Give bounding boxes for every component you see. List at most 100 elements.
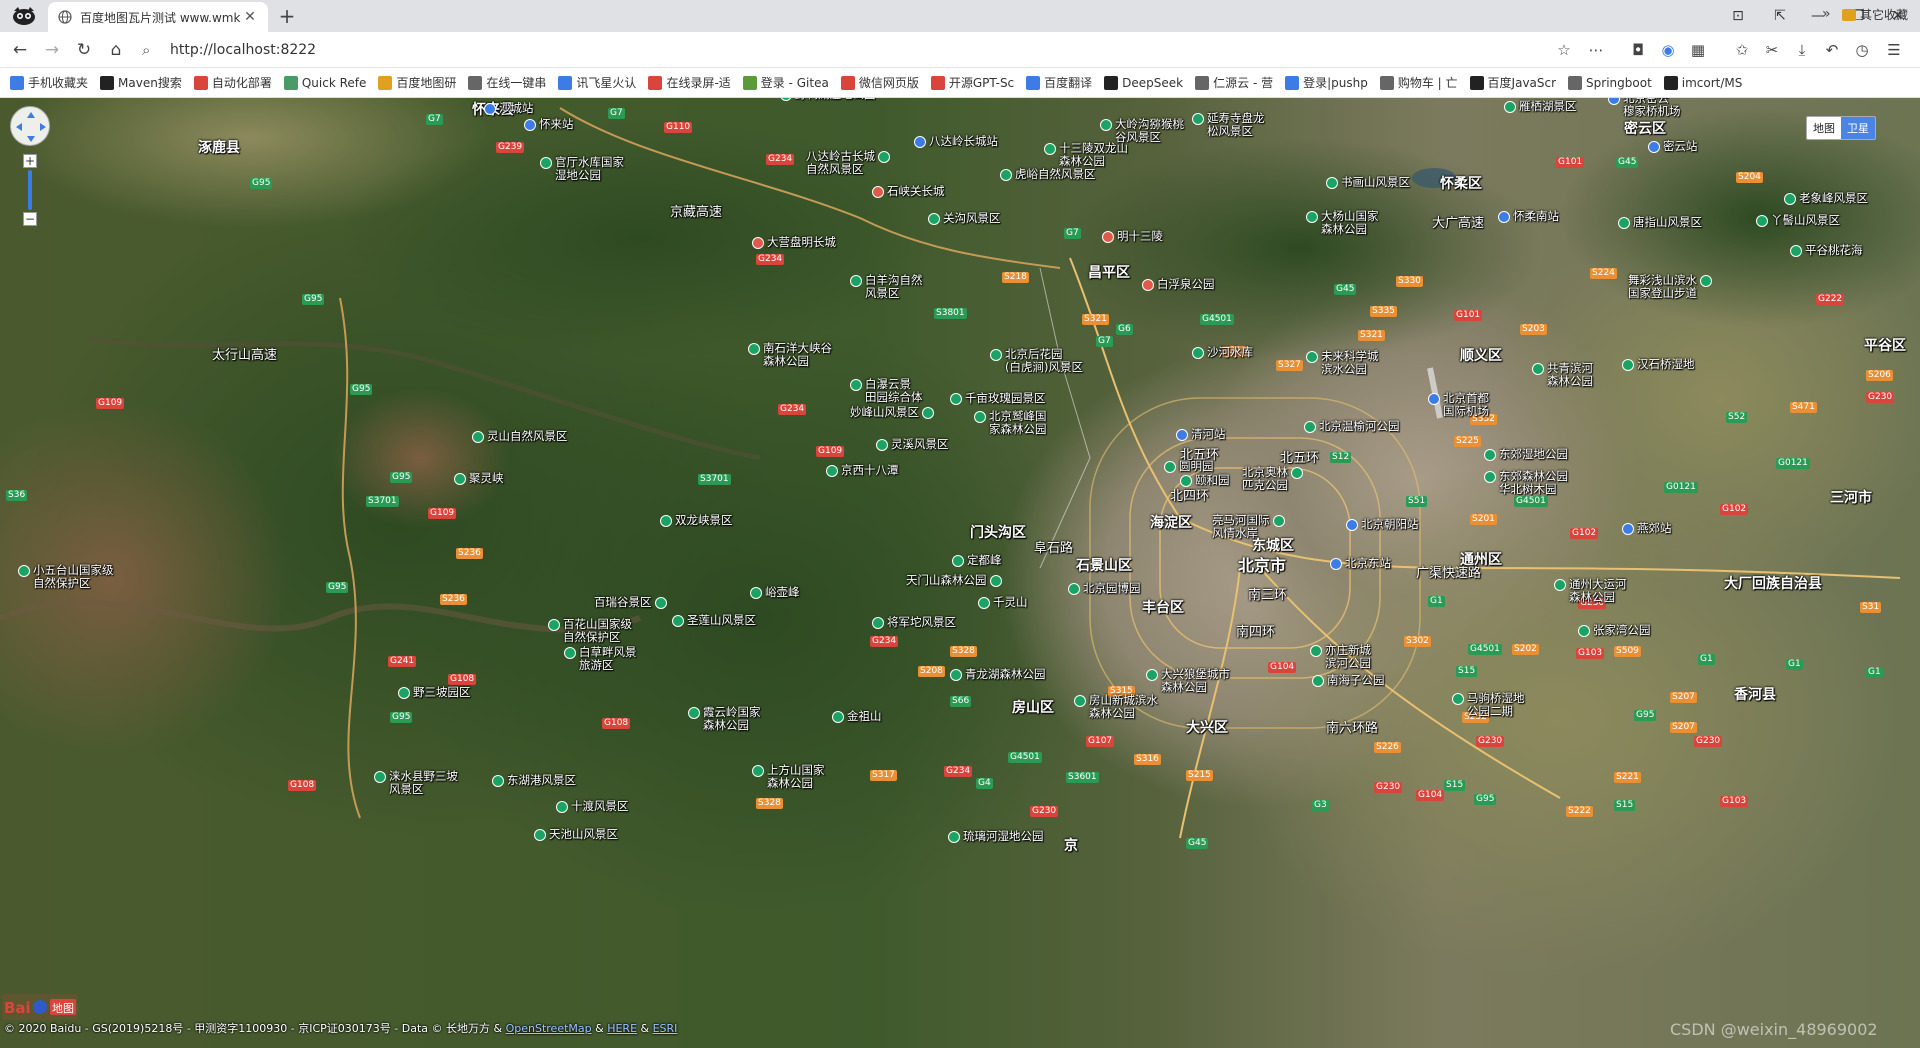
bookmark-item[interactable]: Maven搜索 [100, 74, 182, 91]
satellite-map[interactable]: 怀来县涿鹿县京藏高速太行山高速昌平区怀柔区大广高速顺义区密云区平谷区三河市北五环… [0, 98, 1920, 1048]
url-text[interactable]: http://localhost:8222 [170, 42, 316, 58]
poi-marker[interactable]: 京西十八潭 [826, 464, 899, 477]
poi-marker[interactable]: 南石洋大峡谷 森林公园 [748, 342, 832, 368]
poi-marker[interactable]: 东郊湿地公园 [1484, 448, 1568, 461]
reload-button[interactable]: ↻ [72, 38, 96, 62]
menu-icon[interactable]: ☰ [1882, 38, 1906, 62]
poi-marker[interactable]: 房山新城滨水 森林公园 [1074, 694, 1158, 720]
bookmark-item[interactable]: 讯飞星火认 [558, 74, 636, 91]
bookmark-item[interactable]: DeepSeek [1104, 75, 1183, 90]
poi-marker[interactable]: 张家湾公园 [1578, 624, 1651, 637]
address-bar[interactable]: ⌕ http://localhost:8222 [142, 37, 1592, 63]
tab-search-icon[interactable]: ⊡ [1720, 4, 1756, 28]
close-tab-icon[interactable]: ✕ [242, 9, 258, 25]
home-button[interactable]: ⌂ [104, 38, 128, 62]
poi-marker[interactable]: 通州大运河 森林公园 [1554, 578, 1627, 604]
poi-marker[interactable]: 怀柔南站 [1498, 210, 1559, 223]
poi-marker[interactable]: 北京后花园 (白虎涧)风景区 [990, 348, 1083, 374]
poi-marker[interactable]: 妙峰山风景区 [850, 406, 934, 419]
zoom-out-button[interactable]: − [23, 212, 37, 226]
poi-marker[interactable]: 颐和园 [1180, 474, 1230, 487]
poi-marker[interactable]: 白瀑云景 田园综合体 [850, 378, 923, 404]
poi-marker[interactable]: 北京密云 穆家桥机场 [1608, 98, 1681, 118]
bookmark-item[interactable]: 自动化部署 [193, 74, 272, 91]
poi-marker[interactable]: 南海子公园 [1312, 674, 1385, 687]
more-dots-icon[interactable]: ⋯ [1584, 38, 1608, 62]
poi-marker[interactable]: 唐指山风景区 [1618, 216, 1702, 229]
map-type-normal[interactable]: 地图 [1807, 117, 1841, 139]
bookmark-item[interactable]: 在线录屏-适 [648, 74, 731, 91]
openstreetmap-link[interactable]: OpenStreetMap [506, 1022, 592, 1035]
new-tab-button[interactable]: + [276, 6, 298, 28]
pin-icon[interactable]: ⇱ [1762, 4, 1798, 28]
poi-marker[interactable]: 北京朝阳站 [1346, 518, 1419, 531]
poi-marker[interactable]: 马驹桥湿地 公园二期 [1452, 692, 1525, 718]
poi-marker[interactable]: 怀来站 [524, 118, 574, 131]
poi-marker[interactable]: 千灵山 [978, 596, 1028, 609]
bookmark-item[interactable]: 百度JavaScr [1469, 74, 1556, 91]
poi-marker[interactable]: 野鸭湖湿地公园 [780, 98, 876, 101]
zoom-slider[interactable] [28, 170, 32, 210]
poi-marker[interactable]: 百花山国家级 自然保护区 [548, 618, 632, 644]
poi-marker[interactable]: 将军坨风景区 [872, 616, 956, 629]
poi-marker[interactable]: 燕郊站 [1622, 522, 1672, 535]
poi-marker[interactable]: 沙河水库 [1192, 346, 1253, 359]
pan-control[interactable] [10, 106, 50, 146]
poi-marker[interactable]: 官厅水库国家 湿地公园 [540, 156, 624, 182]
esri-link[interactable]: ESRI [653, 1022, 678, 1035]
bookmark-item[interactable]: 仁源云 - 营 [1195, 74, 1273, 91]
bookmark-item[interactable]: 微信网页版 [840, 74, 919, 91]
poi-marker[interactable]: 关沟风景区 [928, 212, 1001, 225]
bookmark-item[interactable]: 登录|pushp [1285, 74, 1368, 91]
map-type-satellite[interactable]: 卫星 [1841, 117, 1875, 139]
browser-logo-icon[interactable] [10, 5, 38, 27]
poi-marker[interactable]: 八达岭古长城 自然风景区 [806, 150, 890, 176]
poi-marker[interactable]: 八达岭长城站 [914, 135, 998, 148]
poi-marker[interactable]: 聚灵峡 [454, 472, 504, 485]
bookmark-item[interactable]: 百度翻译 [1026, 74, 1092, 91]
poi-marker[interactable]: 丫髻山风景区 [1756, 214, 1840, 227]
poi-marker[interactable]: 汉石桥湿地 [1622, 358, 1695, 371]
scissors-icon[interactable]: ✂ [1760, 38, 1784, 62]
bookmark-item[interactable]: 开源GPT-Sc [930, 74, 1014, 91]
poi-marker[interactable]: 千亩玫瑰园景区 [950, 392, 1046, 405]
poi-marker[interactable]: 灵山自然风景区 [472, 430, 568, 443]
poi-marker[interactable]: 大兴狼堡城市 森林公园 [1146, 668, 1230, 694]
poi-marker[interactable]: 圆明园 [1164, 460, 1214, 473]
poi-marker[interactable]: 天池山风景区 [534, 828, 618, 841]
star-icon[interactable]: ☆ [1552, 38, 1576, 62]
bookmark-item[interactable]: 购物车 | 亡 [1379, 74, 1458, 91]
bookmarks-overflow-icon[interactable]: » [1822, 6, 1831, 22]
poi-marker[interactable]: 琉璃河湿地公园 [948, 830, 1044, 843]
poi-marker[interactable]: 未来科学城 滨水公园 [1306, 350, 1379, 376]
poi-marker[interactable]: 双龙峡景区 [660, 514, 733, 527]
extension-icon[interactable]: ◘ [1626, 38, 1650, 62]
account-icon[interactable]: ◉ [1656, 38, 1680, 62]
favorites-icon[interactable]: ✩ [1730, 38, 1754, 62]
poi-marker[interactable]: 老象峰风景区 [1784, 192, 1868, 205]
poi-marker[interactable]: 白浮泉公园 [1142, 278, 1215, 291]
poi-marker[interactable]: 灵溪风景区 [876, 438, 949, 451]
bookmark-item[interactable]: 登录 - Gitea [742, 74, 829, 91]
poi-marker[interactable]: 北京温榆河公园 [1304, 420, 1400, 433]
poi-marker[interactable]: 涞水县野三坡 风景区 [374, 770, 458, 796]
poi-marker[interactable]: 百瑞谷景区 [594, 596, 667, 609]
zoom-in-button[interactable]: + [23, 154, 37, 168]
poi-marker[interactable]: 东郊森林公园 华北树木园 [1484, 470, 1568, 496]
poi-marker[interactable]: 东湖港风景区 [492, 774, 576, 787]
active-tab[interactable]: 百度地图瓦片测试 www.wmk ✕ [48, 2, 268, 32]
forward-button[interactable]: → [40, 38, 64, 62]
apps-grid-icon[interactable]: ▦ [1686, 38, 1710, 62]
poi-marker[interactable]: 沙城站 [484, 102, 534, 115]
poi-marker[interactable]: 天门山森林公园 [906, 574, 1002, 587]
poi-marker[interactable]: 亮马河国际 风情水岸 [1212, 514, 1285, 540]
poi-marker[interactable]: 野三坡园区 [398, 686, 471, 699]
poi-marker[interactable]: 十渡风景区 [556, 800, 629, 813]
poi-marker[interactable]: 密云站 [1648, 140, 1698, 153]
poi-marker[interactable]: 明十三陵 [1102, 230, 1163, 243]
poi-marker[interactable]: 共青滨河 森林公园 [1532, 362, 1593, 388]
history-icon[interactable]: ◷ [1850, 38, 1874, 62]
poi-marker[interactable]: 霞云岭国家 森林公园 [688, 706, 761, 732]
poi-marker[interactable]: 北京鹫峰国 家森林公园 [974, 410, 1047, 436]
other-bookmarks-folder[interactable]: 其它收藏 [1842, 6, 1908, 23]
